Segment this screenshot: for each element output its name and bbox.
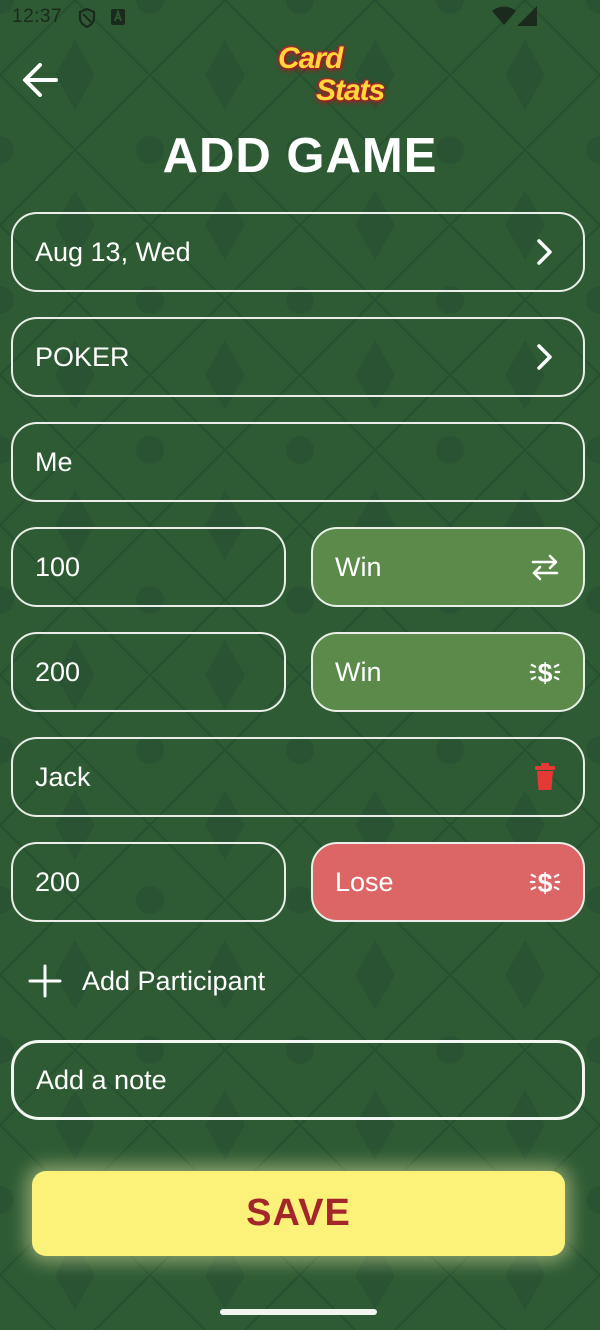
save-label: SAVE bbox=[246, 1192, 351, 1234]
svg-text:$: $ bbox=[538, 868, 553, 898]
shield-icon bbox=[78, 8, 96, 28]
money-icon: $ bbox=[529, 866, 561, 898]
game-type-field[interactable]: POKER bbox=[11, 317, 585, 397]
app-logo: Card Stats bbox=[270, 42, 400, 116]
note-placeholder: Add a note bbox=[36, 1064, 167, 1095]
participant-amount-input[interactable]: 200 bbox=[11, 842, 286, 922]
chevron-right-icon bbox=[529, 341, 561, 373]
buy-in-input[interactable]: 100 bbox=[11, 527, 286, 607]
delete-icon[interactable] bbox=[529, 761, 561, 793]
player-name-field[interactable]: Me bbox=[11, 422, 585, 502]
signal-icon bbox=[517, 6, 537, 26]
date-field[interactable]: Aug 13, Wed bbox=[11, 212, 585, 292]
arrow-left-icon bbox=[23, 63, 58, 97]
note-input[interactable]: Add a note bbox=[11, 1040, 585, 1120]
game-type-value: POKER bbox=[35, 341, 130, 372]
svg-text:$: $ bbox=[538, 658, 553, 688]
save-button[interactable]: SAVE bbox=[32, 1171, 565, 1256]
page-title: ADD GAME bbox=[162, 129, 438, 183]
participant-name-value: Jack bbox=[35, 761, 91, 792]
logo-line-2: Stats bbox=[316, 74, 385, 107]
add-participant-label: Add Participant bbox=[82, 965, 266, 996]
money-icon: $ bbox=[529, 656, 561, 688]
swap-icon bbox=[529, 551, 561, 583]
buy-in-result-toggle[interactable]: Win bbox=[311, 527, 585, 607]
date-value: Aug 13, Wed bbox=[35, 236, 191, 267]
amount-value: 200 bbox=[35, 656, 81, 687]
logo-line-1: Card bbox=[278, 42, 343, 75]
amount-input[interactable]: 200 bbox=[11, 632, 286, 712]
back-button[interactable] bbox=[18, 58, 62, 102]
participant-name-field[interactable]: Jack bbox=[11, 737, 585, 817]
participant-amount-value: 200 bbox=[35, 866, 81, 897]
participant-result-label: Lose bbox=[335, 866, 394, 897]
plus-icon bbox=[28, 964, 62, 998]
add-participant-button[interactable]: Add Participant bbox=[26, 955, 265, 1007]
amount-result-label: Win bbox=[335, 656, 382, 687]
a-badge-icon bbox=[111, 9, 125, 25]
player-name-value: Me bbox=[35, 446, 73, 477]
buy-in-value: 100 bbox=[35, 551, 81, 582]
participant-result-toggle[interactable]: Lose $ bbox=[311, 842, 585, 922]
status-bar: 12:37 bbox=[0, 0, 600, 34]
home-indicator[interactable] bbox=[220, 1309, 377, 1315]
amount-result-toggle[interactable]: Win $ bbox=[311, 632, 585, 712]
status-time: 12:37 bbox=[12, 6, 63, 27]
buy-in-result-label: Win bbox=[335, 551, 382, 582]
chevron-right-icon bbox=[529, 236, 561, 268]
wifi-icon bbox=[492, 6, 516, 25]
